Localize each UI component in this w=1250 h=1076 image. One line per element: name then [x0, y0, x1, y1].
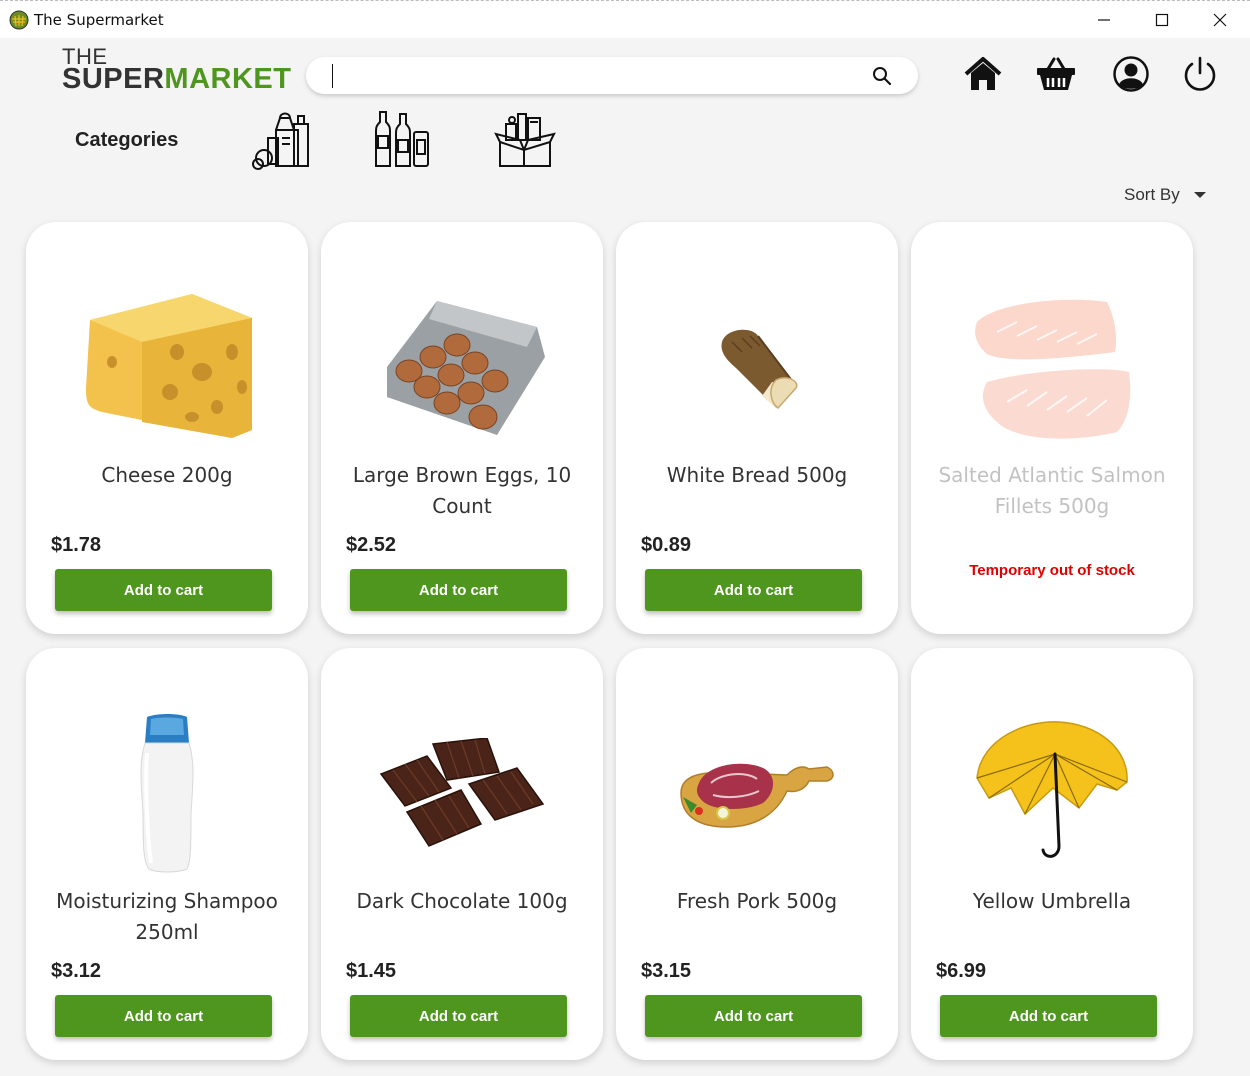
product-price: $1.78: [51, 534, 102, 556]
categories-label: Categories: [75, 129, 179, 151]
logo-super: SUPER: [62, 63, 165, 95]
add-to-cart-button[interactable]: Add to cart: [940, 995, 1157, 1037]
search-bar: [306, 57, 918, 94]
product-card[interactable]: Dark Chocolate 100g $1.45 Add to cart: [321, 648, 603, 1060]
household-box-icon[interactable]: [492, 108, 556, 172]
product-image-chocolate: [362, 708, 562, 878]
drinks-icon[interactable]: [370, 108, 434, 172]
product-price: $1.45: [346, 960, 397, 982]
product-image-pork: [657, 708, 857, 878]
product-image-cheese: [67, 282, 267, 452]
product-card[interactable]: Moisturizing Shampoo 250ml $3.12 Add to …: [26, 648, 308, 1060]
product-price: $3.15: [641, 960, 692, 982]
product-image-salmon: [952, 282, 1152, 452]
add-to-cart-button[interactable]: Add to cart: [645, 995, 862, 1037]
sort-label: Sort By: [1124, 185, 1180, 204]
window-title: The Supermarket: [34, 11, 164, 29]
search-input[interactable]: [332, 64, 852, 88]
product-image-bread: [657, 282, 857, 452]
minimize-button[interactable]: [1075, 1, 1133, 39]
chevron-down-icon: [1193, 192, 1206, 198]
product-card[interactable]: Fresh Pork 500g $3.15 Add to cart: [616, 648, 898, 1060]
out-of-stock-status: Temporary out of stock: [969, 562, 1135, 579]
product-name: Moisturizing Shampoo 250ml: [56, 889, 278, 944]
product-card[interactable]: Cheese 200g $1.78 Add to cart: [26, 222, 308, 634]
product-name: Dark Chocolate 100g: [356, 889, 568, 913]
add-to-cart-button[interactable]: Add to cart: [55, 569, 272, 611]
add-to-cart-button[interactable]: Add to cart: [350, 569, 567, 611]
product-name: White Bread 500g: [666, 463, 848, 487]
product-price: $2.52: [346, 534, 397, 556]
sort-dropdown[interactable]: Sort By: [1124, 185, 1206, 205]
product-name: Fresh Pork 500g: [676, 889, 838, 913]
product-image-umbrella: [952, 708, 1152, 878]
search-icon[interactable]: [872, 66, 892, 86]
product-card[interactable]: Yellow Umbrella $6.99 Add to cart: [911, 648, 1193, 1060]
maximize-icon: [1155, 13, 1169, 27]
maximize-button[interactable]: [1133, 1, 1191, 39]
groceries-icon[interactable]: [250, 108, 314, 172]
power-icon[interactable]: [1180, 55, 1220, 93]
home-icon[interactable]: [963, 55, 1003, 93]
product-card[interactable]: Salted Atlantic Salmon Fillets 500g Temp…: [911, 222, 1193, 634]
product-name: Salted Atlantic Salmon Fillets 500g: [938, 463, 1166, 518]
minimize-icon: [1098, 19, 1110, 21]
product-card[interactable]: Large Brown Eggs, 10 Count $2.52 Add to …: [321, 222, 603, 634]
product-image-shampoo: [67, 708, 267, 878]
user-account-icon[interactable]: [1111, 55, 1151, 93]
store-logo[interactable]: THE SUPERMARKET: [62, 46, 291, 94]
add-to-cart-button[interactable]: Add to cart: [55, 995, 272, 1037]
product-name: Large Brown Eggs, 10 Count: [352, 463, 572, 518]
product-price: $0.89: [641, 534, 692, 556]
close-button[interactable]: [1191, 1, 1249, 39]
product-card[interactable]: White Bread 500g $0.89 Add to cart: [616, 222, 898, 634]
window-titlebar: The Supermarket: [0, 0, 1250, 38]
product-image-eggs: [362, 282, 562, 452]
add-to-cart-button[interactable]: Add to cart: [645, 569, 862, 611]
basket-icon[interactable]: [1036, 55, 1076, 93]
close-icon: [1213, 13, 1227, 27]
product-name: Yellow Umbrella: [972, 889, 1132, 913]
logo-market: MARKET: [164, 63, 292, 95]
add-to-cart-button[interactable]: Add to cart: [350, 995, 567, 1037]
product-price: $3.12: [51, 960, 102, 982]
product-name: Cheese 200g: [101, 463, 233, 487]
logo-wordmark: SUPERMARKET: [62, 65, 291, 94]
product-price: $6.99: [936, 960, 987, 982]
basket-logo-icon: [9, 10, 29, 30]
